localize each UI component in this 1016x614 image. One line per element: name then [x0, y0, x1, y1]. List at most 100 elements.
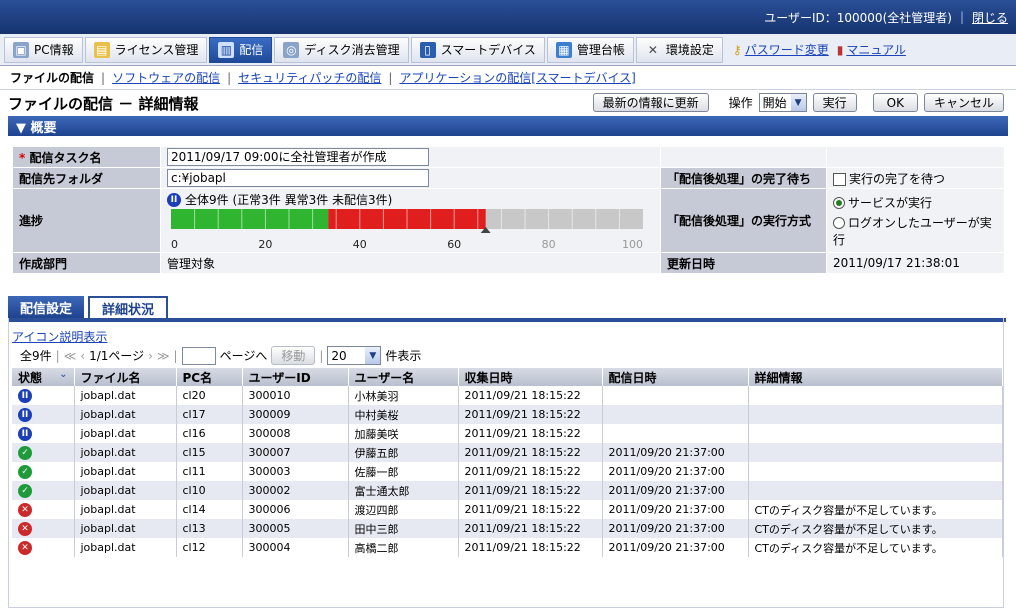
col-pc[interactable]: PC名	[176, 368, 243, 386]
col-user-id[interactable]: ユーザーID	[242, 368, 349, 386]
pc-cell: cl14	[176, 500, 243, 519]
table-row[interactable]: II jobapl.dat cl17 300009 中村美桜 2011/09/21 18:…	[12, 405, 1003, 424]
collected-cell: 2011/09/21 18:15:22	[458, 538, 603, 557]
prev-page-icon[interactable]: ‹	[80, 349, 85, 363]
cancel-button[interactable]: キャンセル	[923, 93, 1004, 112]
page-indicator: 1/1ページ	[89, 349, 145, 363]
first-page-icon[interactable]: ≪	[64, 349, 77, 363]
col-status[interactable]: 状態 ⌄	[12, 368, 75, 386]
pc-icon: ▣	[13, 41, 29, 58]
subnav-current: ファイルの配信	[10, 71, 95, 85]
icon-description-link[interactable]: アイコン説明表示	[12, 328, 107, 345]
required-mark: *	[19, 150, 30, 165]
tab-label: ライセンス管理	[114, 43, 199, 57]
password-change[interactable]: ⚷ パスワード変更	[733, 41, 829, 58]
folder-input[interactable]: c:¥jobapl	[167, 169, 429, 187]
pc-cell: cl20	[176, 386, 243, 405]
col-file[interactable]: ファイル名	[74, 368, 177, 386]
tab-smart-device[interactable]: ▯ スマートデバイス	[410, 36, 545, 63]
tab-pc-info[interactable]: ▣ PC情報	[4, 36, 83, 63]
user-label: ユーザーID：100000(全社管理者)	[764, 10, 952, 25]
method-logon-radio[interactable]	[833, 217, 845, 229]
collected-cell: 2011/09/21 18:15:22	[458, 462, 603, 481]
per-page-label: 件表示	[385, 349, 422, 363]
table-row[interactable]: II jobapl.dat cl16 300008 加藤美咲 2011/09/21 18:…	[12, 424, 1003, 443]
tab-label: 環境設定	[665, 43, 714, 57]
tab-license[interactable]: ▤ ライセンス管理	[84, 36, 208, 63]
subnav-app-smart[interactable]: アプリケーションの配信[スマートデバイス]	[399, 69, 635, 86]
col-collected[interactable]: 収集日時	[458, 368, 603, 386]
file-cell: jobapl.dat	[74, 405, 177, 424]
file-cell: jobapl.dat	[74, 500, 177, 519]
overview-header[interactable]: ▼ 概要	[8, 116, 1008, 136]
delivered-cell: 2011/09/20 21:37:00	[602, 519, 749, 538]
last-page-icon[interactable]: ≫	[157, 349, 170, 363]
password-change-link[interactable]: パスワード変更	[745, 41, 829, 58]
status-cell: II	[12, 424, 75, 443]
col-delivered[interactable]: 配信日時	[602, 368, 749, 386]
file-cell: jobapl.dat	[74, 386, 177, 405]
table-header: 状態 ⌄ ファイル名 PC名 ユーザーID ユーザー名 収集日時 配信日時 詳細…	[12, 368, 1003, 386]
tab-detail-status[interactable]: 詳細状況	[88, 296, 169, 318]
task-name-input[interactable]: 2011/09/17 09:00に全社管理者が作成	[167, 148, 429, 166]
tab-disk-erase[interactable]: ◎ ディスク消去管理	[274, 36, 409, 63]
chevron-down-icon: ▼	[790, 94, 806, 111]
move-button[interactable]: 移動	[271, 346, 316, 365]
disk-erase-icon: ◎	[283, 41, 300, 58]
status-cell: II	[12, 386, 75, 405]
folder-cell: c:¥jobapl	[160, 167, 661, 189]
smart-device-icon: ▯	[419, 41, 436, 58]
table-row[interactable]: ✕ jobapl.dat cl13 300005 田中三郎 2011/09/21 18:1…	[12, 519, 1003, 538]
collected-cell: 2011/09/21 18:15:22	[458, 386, 603, 405]
progress-text: 全体9件 (正常3件 異常3件 未配信3件)	[185, 193, 393, 207]
user-name-cell: 中村美桜	[348, 405, 459, 424]
tab-distribution[interactable]: ▥ 配信	[209, 36, 273, 63]
operation-label: 操作	[728, 96, 753, 110]
title-row: ファイルの配信 － 詳細情報 最新の情報に更新 操作 開始 ▼ 実行 OK キャ…	[0, 90, 1016, 116]
subnav-software[interactable]: ソフトウェアの配信	[112, 69, 220, 86]
per-page-select[interactable]: 20 ▼	[327, 346, 382, 365]
status-cell: ✓	[12, 462, 75, 481]
operation-select[interactable]: 開始 ▼	[758, 93, 807, 112]
tab-ledger[interactable]: ▦ 管理台帳	[546, 36, 634, 63]
page-number-input[interactable]	[181, 346, 216, 365]
task-name-label: * 配信タスク名	[12, 146, 161, 168]
sort-icon[interactable]: ⌄	[59, 369, 67, 380]
user-name-cell: 伊藤五郎	[348, 443, 459, 462]
close-link[interactable]: 閉じる	[972, 9, 1008, 26]
method-service-radio[interactable]	[833, 197, 845, 209]
col-detail[interactable]: 詳細情報	[748, 368, 1003, 386]
col-user-name[interactable]: ユーザー名	[348, 368, 459, 386]
delivered-cell	[602, 405, 749, 424]
detail-cell	[748, 386, 1003, 405]
subnav-security-patch[interactable]: セキュリティパッチの配信	[238, 69, 381, 86]
refresh-button[interactable]: 最新の情報に更新	[592, 93, 709, 112]
table-row[interactable]: ✓ jobapl.dat cl10 300002 富士通太郎 2011/09/21 18:…	[12, 481, 1003, 500]
tab-distribution-settings[interactable]: 配信設定	[8, 296, 85, 318]
table-body: II jobapl.dat cl20 300010 小林美羽 2011/09/21 18:…	[12, 386, 1003, 557]
wait-checkbox[interactable]	[833, 172, 846, 186]
tab-settings[interactable]: ✕ 環境設定	[635, 36, 723, 63]
table-row[interactable]: ✕ jobapl.dat cl12 300004 高橋二郎 2011/09/21 18:1…	[12, 538, 1003, 557]
manual-link[interactable]: マニュアル	[846, 41, 906, 58]
table-row[interactable]: ✕ jobapl.dat cl14 300006 渡辺四郎 2011/09/21 18:1…	[12, 500, 1003, 519]
separator: |	[388, 70, 393, 85]
execute-button[interactable]: 実行	[812, 93, 857, 112]
error-icon: ✕	[18, 541, 32, 555]
progress-tick-label: 20	[258, 238, 272, 251]
user-name-cell: 富士通太郎	[348, 481, 459, 500]
tab-label: ディスク消去管理	[304, 43, 400, 57]
pc-cell: cl11	[176, 462, 243, 481]
table-row[interactable]: ✓ jobapl.dat cl15 300007 伊藤五郎 2011/09/21 18:1…	[12, 443, 1003, 462]
ledger-icon: ▦	[555, 41, 572, 58]
table-row[interactable]: ✓ jobapl.dat cl11 300003 佐藤一郎 2011/09/21 18:1…	[12, 462, 1003, 481]
progress-tick-label: 40	[353, 238, 367, 251]
manual[interactable]: ▮ マニュアル	[837, 41, 906, 58]
ok-button[interactable]: OK	[872, 93, 918, 112]
user-name-cell: 田中三郎	[348, 519, 459, 538]
collected-cell: 2011/09/21 18:15:22	[458, 500, 603, 519]
separator: |	[227, 70, 232, 85]
user-id-cell: 300008	[242, 424, 349, 443]
table-row[interactable]: II jobapl.dat cl20 300010 小林美羽 2011/09/21 18:…	[12, 386, 1003, 405]
next-page-icon[interactable]: ›	[148, 349, 153, 363]
